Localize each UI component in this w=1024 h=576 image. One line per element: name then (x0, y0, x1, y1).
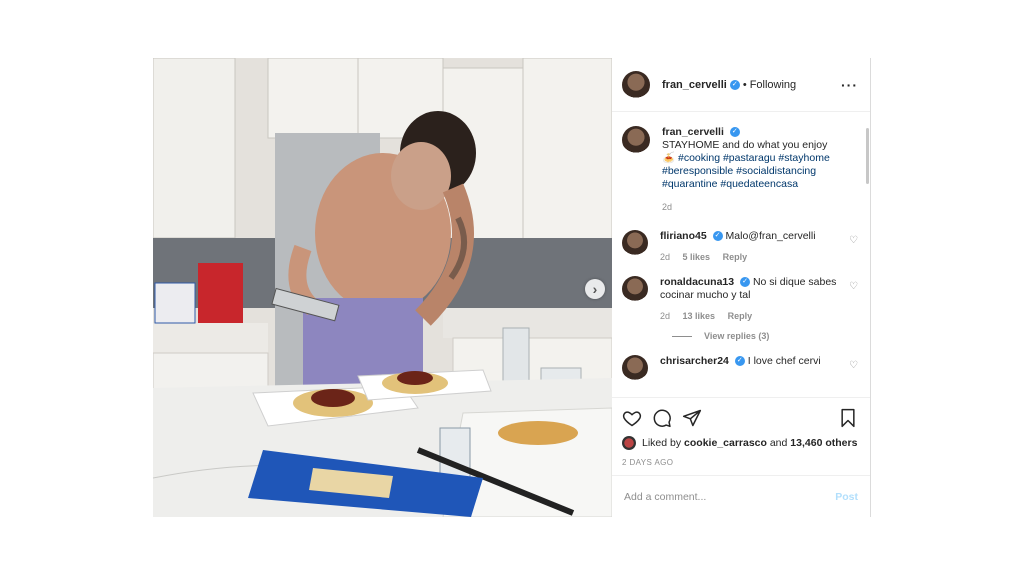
hashtag-beresponsible[interactable]: #beresponsible (662, 165, 733, 177)
post-comment-button[interactable]: Post (835, 491, 858, 503)
hashtag-cooking[interactable]: #cooking (678, 152, 720, 164)
spaghetti-emoji-icon: 🍝 (662, 152, 676, 164)
liked-by-prefix: Liked by (642, 437, 682, 449)
hashtag-pastaragu[interactable]: #pastaragu (723, 152, 776, 164)
commenter-username[interactable]: fliriano45 (660, 230, 707, 242)
following-button[interactable]: Following (750, 79, 796, 91)
commenter-avatar[interactable] (622, 355, 648, 381)
add-comment-input[interactable] (622, 489, 836, 504)
comment-bubble-icon[interactable] (652, 408, 672, 428)
commenter-avatar[interactable] (622, 276, 648, 302)
save-bookmark-icon[interactable] (838, 408, 858, 428)
more-options-icon[interactable]: ··· (841, 77, 858, 93)
caption-time[interactable]: 2d (662, 202, 672, 212)
caption: fran_cervelli ✓ STAYHOME and do what you… (622, 126, 858, 214)
add-comment-bar: Post (612, 475, 870, 517)
comment-item: ronaldacuna13 ✓ No si dique sabes cocina… (622, 276, 858, 323)
comments-list[interactable]: fran_cervelli ✓ STAYHOME and do what you… (612, 112, 870, 397)
instagram-post: › fran_cervelli ✓ • Following ··· fran_c… (153, 58, 871, 517)
comment-time[interactable]: 2d (660, 252, 670, 262)
next-image-button[interactable]: › (585, 279, 605, 299)
hashtag-socialdistancing[interactable]: #socialdistancing (736, 165, 816, 177)
likes-count[interactable]: 13,460 others (790, 437, 857, 449)
verified-badge-icon: ✓ (740, 277, 751, 288)
commenter-username[interactable]: chrisarcher24 (660, 355, 729, 367)
caption-avatar[interactable] (622, 126, 650, 154)
author-avatar[interactable] (622, 70, 650, 99)
comment-like-heart-icon[interactable]: ♡ (849, 234, 858, 264)
comment-item: chrisarcher24 ✓ I love chef cervi ♡ (622, 355, 858, 381)
view-replies-line (672, 336, 692, 338)
share-send-icon[interactable] (682, 408, 702, 428)
kitchen-cooking-photo (153, 58, 612, 517)
caption-username[interactable]: fran_cervelli (662, 126, 724, 138)
caption-text: STAYHOME and do what you enjoy (662, 139, 828, 151)
comment-text: I love chef cervi (747, 355, 821, 367)
comment-like-heart-icon[interactable]: ♡ (849, 280, 858, 323)
comment-likes[interactable]: 13 likes (683, 311, 716, 321)
post-side-panel: fran_cervelli ✓ • Following ··· fran_cer… (612, 58, 871, 517)
commenter-avatar[interactable] (622, 230, 648, 256)
header-separator: • (742, 78, 747, 91)
post-timestamp[interactable]: 2 DAYS AGO (622, 458, 858, 467)
comment-like-heart-icon[interactable]: ♡ (849, 359, 858, 381)
post-actions: Liked by cookie_carrasco and 13,460 othe… (612, 397, 870, 475)
author-username[interactable]: fran_cervelli (662, 79, 727, 91)
hashtag-quarantine[interactable]: #quarantine (662, 178, 717, 190)
like-heart-icon[interactable] (622, 408, 642, 428)
comment-text: Malo@fran_cervelli (725, 230, 816, 242)
view-replies-button[interactable]: View replies (3) (672, 331, 858, 341)
verified-badge-icon: ✓ (734, 356, 745, 367)
view-replies-label[interactable]: View replies (3) (704, 331, 769, 341)
comments-scrollbar[interactable] (866, 128, 869, 184)
verified-badge-icon: ✓ (729, 127, 740, 138)
verified-badge-icon: ✓ (712, 231, 723, 242)
liked-by-and: and (769, 437, 788, 449)
reply-button[interactable]: Reply (723, 252, 748, 262)
likes-summary: Liked by cookie_carrasco and 13,460 othe… (622, 436, 858, 450)
verified-badge-icon: ✓ (729, 79, 740, 90)
comment-time[interactable]: 2d (660, 311, 670, 321)
comment-likes[interactable]: 5 likes (683, 252, 711, 262)
hashtag-quedateencasa[interactable]: #quedateencasa (720, 178, 798, 190)
comment-item: fliriano45 ✓ Malo@fran_cervelli 2d 5 lik… (622, 230, 858, 264)
reply-button[interactable]: Reply (728, 311, 753, 321)
post-photo[interactable]: › (153, 58, 612, 517)
liked-by-username[interactable]: cookie_carrasco (684, 437, 767, 449)
commenter-username[interactable]: ronaldacuna13 (660, 276, 734, 288)
liker-avatar[interactable] (622, 436, 636, 450)
post-header: fran_cervelli ✓ • Following ··· (612, 58, 870, 112)
hashtag-stayhome[interactable]: #stayhome (778, 152, 829, 164)
